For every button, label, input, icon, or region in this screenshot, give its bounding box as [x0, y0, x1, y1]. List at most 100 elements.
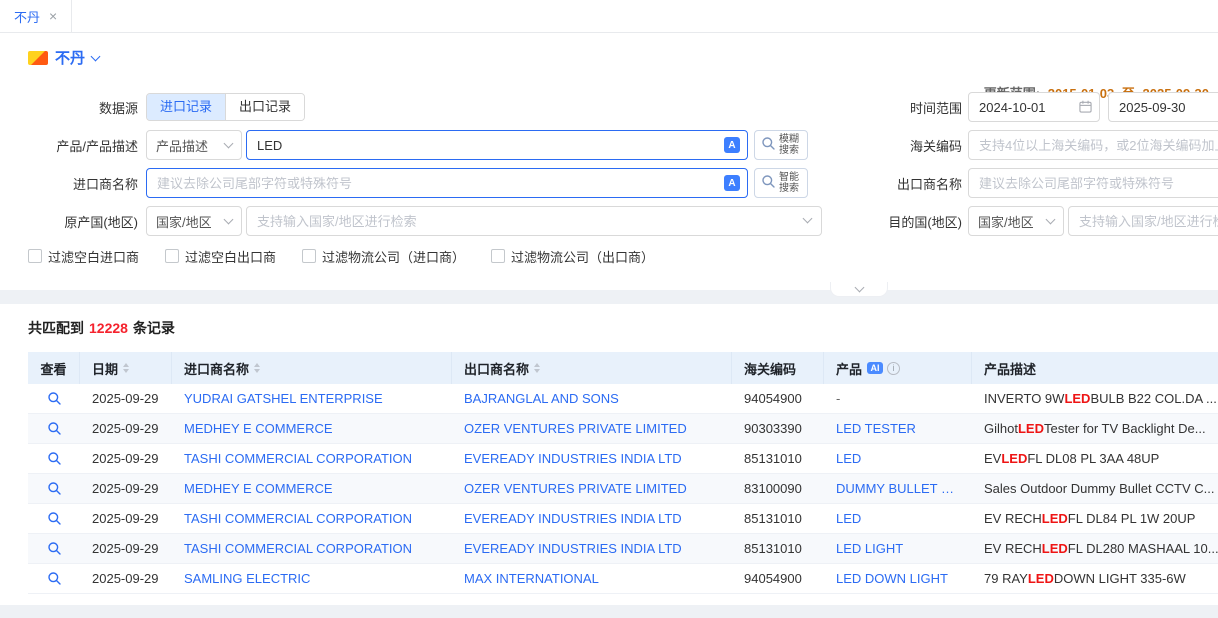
filter-row-product: 产品/产品描述 产品描述 A 模糊搜索 海关编码: [0, 130, 1218, 160]
exporter-link[interactable]: EVEREADY INDUSTRIES INDIA LTD: [464, 511, 682, 526]
header-view: 查看: [28, 352, 80, 384]
exporter-link[interactable]: OZER VENTURES PRIVATE LIMITED: [464, 421, 687, 436]
tab-bhutan[interactable]: 不丹 ×: [0, 0, 72, 32]
view-magnifier-icon[interactable]: [47, 451, 62, 466]
cell-hs-code: 83100090: [732, 474, 824, 503]
close-icon[interactable]: ×: [49, 9, 57, 23]
view-magnifier-icon[interactable]: [47, 541, 62, 556]
destination-input[interactable]: [1068, 206, 1218, 236]
sort-icon[interactable]: [534, 363, 540, 373]
smart-search-button[interactable]: 智能搜索: [754, 168, 808, 198]
cell-description: Sales Outdoor Dummy Bullet CCTV C...: [972, 474, 1218, 503]
importer-link[interactable]: TASHI COMMERCIAL CORPORATION: [184, 451, 412, 466]
checkbox-icon[interactable]: [302, 249, 316, 263]
checkbox-icon[interactable]: [28, 249, 42, 263]
search-icon: [761, 174, 776, 192]
cell-date: 2025-09-29: [80, 414, 172, 443]
tab-bar: 不丹 ×: [0, 0, 1218, 33]
product-link[interactable]: LED TESTER: [836, 421, 916, 436]
exporter-input[interactable]: [968, 168, 1218, 198]
table-row: 2025-09-29 MEDHEY E COMMERCE OZER VENTUR…: [28, 414, 1218, 444]
collapse-panel-button[interactable]: [830, 282, 888, 297]
table-row: 2025-09-29 YUDRAI GATSHEL ENTERPRISE BAJ…: [28, 384, 1218, 414]
country-header[interactable]: 不丹: [28, 47, 1218, 68]
fuzzy-search-label: 模糊搜索: [779, 134, 801, 156]
table-body: 2025-09-29 YUDRAI GATSHEL ENTERPRISE BAJ…: [28, 384, 1218, 594]
sort-icon[interactable]: [254, 363, 260, 373]
checkbox-label: 过滤空白进口商: [48, 247, 139, 266]
cell-description: INVERTO 9W LED BULB B22 COL.DA ...: [972, 384, 1218, 413]
product-link[interactable]: LED: [836, 511, 861, 526]
header-importer[interactable]: 进口商名称: [172, 352, 452, 384]
chevron-down-icon: [224, 139, 234, 149]
date-end-input[interactable]: [1108, 92, 1218, 122]
product-link[interactable]: -: [836, 391, 840, 406]
sort-icon[interactable]: [123, 363, 129, 373]
checkbox-filter-blank-importer[interactable]: 过滤空白进口商: [28, 247, 139, 266]
cell-hs-code: 90303390: [732, 414, 824, 443]
exporter-link[interactable]: BAJRANGLAL AND SONS: [464, 391, 619, 406]
importer-input[interactable]: [146, 168, 748, 198]
exporter-label: 出口商名称: [822, 174, 962, 193]
calendar-icon[interactable]: [1079, 100, 1092, 116]
importer-link[interactable]: SAMLING ELECTRIC: [184, 571, 310, 586]
highlighted-keyword: LED: [1064, 391, 1090, 406]
importer-link[interactable]: MEDHEY E COMMERCE: [184, 481, 333, 496]
view-magnifier-icon[interactable]: [47, 481, 62, 496]
hs-code-wrap: [968, 130, 1218, 160]
hs-code-input[interactable]: [968, 130, 1218, 160]
view-magnifier-icon[interactable]: [47, 511, 62, 526]
exporter-link[interactable]: EVEREADY INDUSTRIES INDIA LTD: [464, 451, 682, 466]
importer-link[interactable]: YUDRAI GATSHEL ENTERPRISE: [184, 391, 383, 406]
tab-title: 不丹: [14, 7, 40, 26]
origin-input[interactable]: [246, 206, 822, 236]
header-product: 产品 AI i: [824, 352, 972, 384]
cell-hs-code: 94054900: [732, 384, 824, 413]
chevron-down-icon: [224, 215, 234, 225]
header-exporter[interactable]: 出口商名称: [452, 352, 732, 384]
destination-type-select[interactable]: 国家/地区: [968, 206, 1064, 236]
export-records-toggle[interactable]: 出口记录: [225, 94, 304, 120]
exporter-link[interactable]: OZER VENTURES PRIVATE LIMITED: [464, 481, 687, 496]
product-link[interactable]: LED LIGHT: [836, 541, 903, 556]
exporter-link[interactable]: MAX INTERNATIONAL: [464, 571, 599, 586]
view-magnifier-icon[interactable]: [47, 421, 62, 436]
fuzzy-search-button[interactable]: 模糊搜索: [754, 130, 808, 160]
importer-link[interactable]: TASHI COMMERCIAL CORPORATION: [184, 511, 412, 526]
checkbox-icon[interactable]: [491, 249, 505, 263]
chevron-down-icon[interactable]: [91, 51, 101, 61]
importer-label: 进口商名称: [0, 174, 138, 193]
product-input[interactable]: [246, 130, 748, 160]
cell-view: [28, 444, 80, 473]
cell-date: 2025-09-29: [80, 384, 172, 413]
origin-type-select[interactable]: 国家/地区: [146, 206, 242, 236]
cell-date: 2025-09-29: [80, 444, 172, 473]
translate-icon[interactable]: A: [724, 137, 740, 153]
product-link[interactable]: LED: [836, 451, 861, 466]
product-link[interactable]: LED DOWN LIGHT: [836, 571, 948, 586]
cell-hs-code: 85131010: [732, 504, 824, 533]
product-type-select[interactable]: 产品描述: [146, 130, 242, 160]
product-link[interactable]: DUMMY BULLET CCTV...: [836, 481, 960, 496]
table-row: 2025-09-29 MEDHEY E COMMERCE OZER VENTUR…: [28, 474, 1218, 504]
checkbox-filter-logistics-importer[interactable]: 过滤物流公司（进口商）: [302, 247, 465, 266]
checkbox-filter-blank-exporter[interactable]: 过滤空白出口商: [165, 247, 276, 266]
view-magnifier-icon[interactable]: [47, 571, 62, 586]
exporter-link[interactable]: EVEREADY INDUSTRIES INDIA LTD: [464, 541, 682, 556]
info-icon[interactable]: i: [887, 362, 900, 375]
cell-date: 2025-09-29: [80, 504, 172, 533]
filter-checkbox-row: 过滤空白进口商 过滤空白出口商 过滤物流公司（进口商） 过滤物流公司（出口商）: [28, 248, 1218, 264]
checkbox-icon[interactable]: [165, 249, 179, 263]
filter-panel: 更新范围: 2015-01-03 至 2025-09-30 不丹 数据源 进口记…: [0, 33, 1218, 290]
cell-date: 2025-09-29: [80, 564, 172, 593]
checkbox-filter-logistics-exporter[interactable]: 过滤物流公司（出口商）: [491, 247, 654, 266]
import-records-toggle[interactable]: 进口记录: [147, 94, 225, 120]
importer-link[interactable]: MEDHEY E COMMERCE: [184, 421, 333, 436]
filter-row-datasource: 数据源 进口记录 出口记录 时间范围: [0, 92, 1218, 122]
view-magnifier-icon[interactable]: [47, 391, 62, 406]
importer-link[interactable]: TASHI COMMERCIAL CORPORATION: [184, 541, 412, 556]
filter-row-importer: 进口商名称 A 智能搜索 出口商名称: [0, 168, 1218, 198]
translate-icon[interactable]: A: [724, 175, 740, 191]
datasource-toggle: 进口记录 出口记录: [146, 93, 305, 121]
header-date[interactable]: 日期: [80, 352, 172, 384]
